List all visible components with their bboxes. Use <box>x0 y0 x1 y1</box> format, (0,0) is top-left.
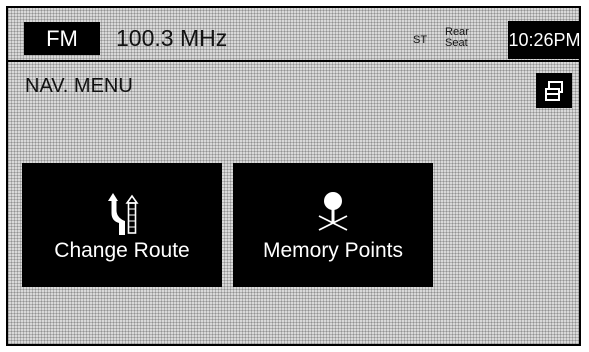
change-route-label: Change Route <box>54 239 190 262</box>
rear-seat-line2: Seat <box>445 37 468 49</box>
nav-screen: FM 100.3 MHz ST Rear Seat 10:26PM NAV. M… <box>6 6 581 346</box>
band-button[interactable]: FM <box>24 22 100 55</box>
frequency-display: 100.3 MHz <box>116 25 228 51</box>
clock-button[interactable]: 10:26PM <box>508 21 581 59</box>
map-screen-icon <box>545 80 563 101</box>
memory-points-label: Memory Points <box>262 239 404 262</box>
rear-seat-indicator: Rear Seat <box>445 27 469 49</box>
map-screen-button[interactable] <box>536 73 572 108</box>
stereo-indicator: ST <box>413 34 428 46</box>
change-route-button[interactable]: Change Route <box>22 163 222 287</box>
memory-points-button[interactable]: Memory Points <box>233 163 433 287</box>
clock-text: 10:26PM <box>508 29 581 50</box>
header-divider <box>8 60 579 62</box>
band-label: FM <box>46 25 78 51</box>
memory-point-icon <box>318 192 348 231</box>
page-title: NAV. MENU <box>25 75 133 97</box>
route-change-icon <box>108 193 139 235</box>
